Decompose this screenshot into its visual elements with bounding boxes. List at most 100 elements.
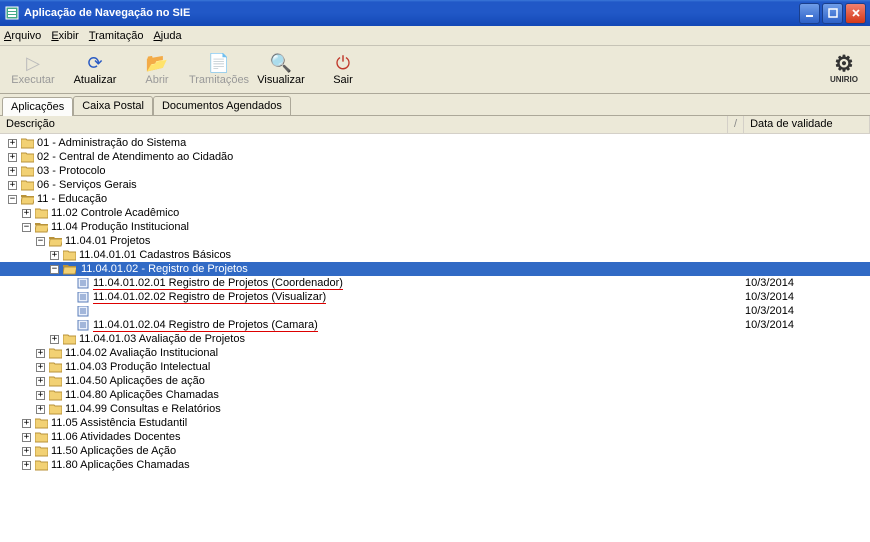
tree-row[interactable]: +11.50 Aplicações de Ação (0, 444, 870, 458)
tree-label[interactable]: 11.50 Aplicações de Ação (51, 445, 176, 457)
collapse-icon[interactable]: − (8, 195, 17, 204)
folder-icon (20, 179, 34, 191)
tree-row[interactable]: − 11.04.01.02 - Registro de Projetos (0, 262, 870, 276)
toolbar-atualizar[interactable]: ⟳ Atualizar (64, 48, 126, 92)
tree-row[interactable]: 11.04.01.02.04 Registro de Projetos (Cam… (0, 318, 870, 332)
expand-icon[interactable]: + (36, 349, 45, 358)
tree-date: 10/3/2014 (745, 277, 794, 289)
tree-row[interactable]: − 11.04.01 Projetos (0, 234, 870, 248)
expand-icon[interactable]: + (8, 139, 17, 148)
toolbar-sair[interactable]: ⏻ Sair (312, 48, 374, 92)
menu-arquivo[interactable]: Arquivo (4, 30, 41, 42)
tree-view[interactable]: +01 - Administração do Sistema+02 - Cent… (0, 134, 870, 542)
maximize-button[interactable] (822, 3, 843, 24)
tree-label[interactable]: 11.05 Assistência Estudantil (51, 417, 187, 429)
minimize-button[interactable] (799, 3, 820, 24)
logo-unirio: ⚙ UNIRIO (822, 46, 866, 90)
tree-label[interactable]: 11.04.02 Avaliação Institucional (65, 347, 218, 359)
tree-row[interactable]: +11.80 Aplicações Chamadas (0, 458, 870, 472)
folder-icon (48, 361, 62, 373)
tab-aplicacoes[interactable]: Aplicações (2, 97, 73, 116)
tree-label[interactable]: 01 - Administração do Sistema (37, 137, 186, 149)
tree-label[interactable]: 11.80 Aplicações Chamadas (51, 459, 190, 471)
expand-icon[interactable]: + (36, 391, 45, 400)
tree-label[interactable]: 11.04.03 Produção Intelectual (65, 361, 210, 373)
close-button[interactable] (845, 3, 866, 24)
tree-row[interactable]: +11.04.01.03 Avaliação de Projetos (0, 332, 870, 346)
column-data-validade[interactable]: Data de validade (744, 116, 870, 133)
folder-icon (48, 375, 62, 387)
tree-row[interactable]: 11.04.01.02.02 Registro de Projetos (Vis… (0, 290, 870, 304)
tree-row[interactable]: +02 - Central de Atendimento ao Cidadão (0, 150, 870, 164)
column-header: Descrição / Data de validade (0, 116, 870, 134)
tab-documentos[interactable]: Documentos Agendados (153, 96, 291, 115)
tree-date: 10/3/2014 (745, 305, 794, 317)
folder-icon (20, 151, 34, 163)
folder-icon (34, 417, 48, 429)
collapse-icon[interactable]: − (36, 237, 45, 246)
tree-label[interactable]: 11.04.01.02.02 Registro de Projetos (Vis… (93, 291, 326, 304)
document-icon (76, 319, 90, 331)
tree-row[interactable]: +06 - Serviços Gerais (0, 178, 870, 192)
tree-row[interactable]: +11.04.99 Consultas e Relatórios (0, 402, 870, 416)
folder-open-icon (20, 193, 34, 205)
expand-icon[interactable]: + (50, 335, 59, 344)
toolbar-visualizar[interactable]: 🔍 Visualizar (250, 48, 312, 92)
folder-icon (20, 137, 34, 149)
tree-row[interactable]: +11.02 Controle Acadêmico (0, 206, 870, 220)
expand-icon[interactable]: + (8, 153, 17, 162)
tree-label[interactable]: 02 - Central de Atendimento ao Cidadão (37, 151, 233, 163)
tree-label[interactable]: 11.04.01.01 Cadastros Básicos (79, 249, 231, 261)
tree-row[interactable]: +11.04.80 Aplicações Chamadas (0, 388, 870, 402)
column-descricao[interactable]: Descrição (0, 116, 728, 133)
tree-label[interactable]: 11.04.01.03 Avaliação de Projetos (79, 333, 245, 345)
menu-exibir[interactable]: Exibir (51, 30, 79, 42)
expand-icon[interactable]: + (22, 461, 31, 470)
folder-icon (34, 431, 48, 443)
menu-tramitacao[interactable]: Tramitação (89, 30, 144, 42)
tree-row[interactable]: +11.04.50 Aplicações de ação (0, 374, 870, 388)
tree-row[interactable]: +11.04.01.01 Cadastros Básicos (0, 248, 870, 262)
tree-label[interactable]: 06 - Serviços Gerais (37, 179, 137, 191)
tree-row[interactable]: +11.06 Atividades Docentes (0, 430, 870, 444)
tree-label[interactable]: 11.04.01.02.04 Registro de Projetos (Cam… (93, 319, 318, 332)
expand-icon[interactable]: + (8, 181, 17, 190)
tree-label[interactable]: 11.04.50 Aplicações de ação (65, 375, 205, 387)
tree-label[interactable]: 11.04.01 Projetos (65, 235, 150, 247)
tree-row[interactable]: − 11.04 Produção Institucional (0, 220, 870, 234)
folder-icon (48, 389, 62, 401)
tree-row[interactable]: − 11 - Educação (0, 192, 870, 206)
refresh-icon: ⟳ (87, 54, 102, 72)
menu-ajuda[interactable]: Ajuda (153, 30, 181, 42)
expand-icon[interactable]: + (22, 447, 31, 456)
expand-icon[interactable]: + (22, 433, 31, 442)
expand-icon[interactable]: + (22, 209, 31, 218)
tree-label[interactable]: 11.04 Produção Institucional (51, 221, 189, 233)
collapse-icon[interactable]: − (50, 265, 59, 274)
tree-label[interactable]: 11 - Educação (37, 193, 107, 205)
tree-row[interactable]: +11.04.02 Avaliação Institucional (0, 346, 870, 360)
collapse-icon[interactable]: − (22, 223, 31, 232)
tree-row[interactable]: +03 - Protocolo (0, 164, 870, 178)
tree-label[interactable]: 11.04.01.02 - Registro de Projetos (79, 263, 250, 275)
tree-label[interactable]: 11.04.99 Consultas e Relatórios (65, 403, 221, 415)
tree-date: 10/3/2014 (745, 319, 794, 331)
tree-row[interactable]: +11.05 Assistência Estudantil (0, 416, 870, 430)
tree-label[interactable]: 11.04.01.02.01 Registro de Projetos (Coo… (93, 277, 343, 290)
tree-row[interactable]: +11.04.03 Produção Intelectual (0, 360, 870, 374)
folder-icon (48, 347, 62, 359)
tree-label[interactable]: 11.04.80 Aplicações Chamadas (65, 389, 219, 401)
expand-icon[interactable]: + (22, 419, 31, 428)
tree-row[interactable]: 11.04.01.02.01 Registro de Projetos (Coo… (0, 276, 870, 290)
expand-icon[interactable]: + (50, 251, 59, 260)
tree-label[interactable]: 03 - Protocolo (37, 165, 105, 177)
expand-icon[interactable]: + (36, 377, 45, 386)
tree-label[interactable]: 11.06 Atividades Docentes (51, 431, 180, 443)
tree-label[interactable]: 11.02 Controle Acadêmico (51, 207, 179, 219)
expand-icon[interactable]: + (8, 167, 17, 176)
expand-icon[interactable]: + (36, 363, 45, 372)
expand-icon[interactable]: + (36, 405, 45, 414)
tree-row[interactable]: +01 - Administração do Sistema (0, 136, 870, 150)
tab-caixa-postal[interactable]: Caixa Postal (73, 96, 153, 115)
tree-row[interactable]: 10/3/2014 (0, 304, 870, 318)
